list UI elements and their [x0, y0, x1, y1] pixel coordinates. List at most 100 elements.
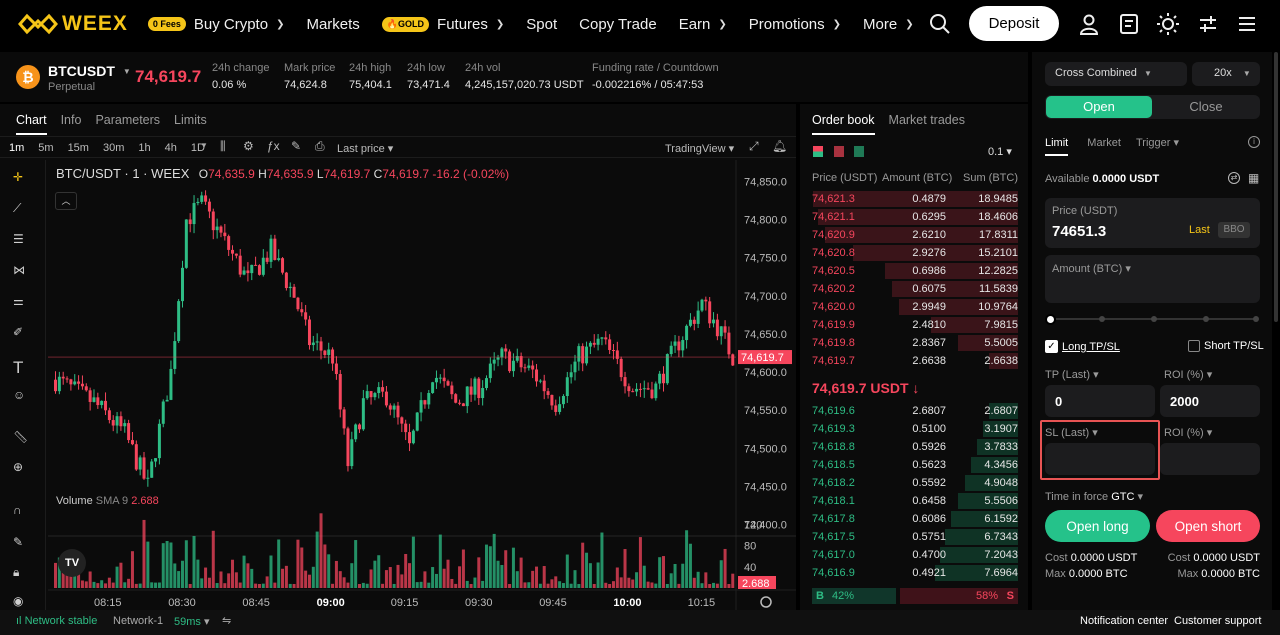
- nav-earn[interactable]: Earn ❯: [679, 16, 727, 33]
- scrollbar[interactable]: [1274, 52, 1278, 322]
- magnet-icon[interactable]: ∩: [13, 503, 33, 523]
- pencil-lock-icon[interactable]: ✎: [13, 535, 33, 555]
- precision-select[interactable]: 0.1 ▾: [988, 145, 1012, 158]
- notification-center-link[interactable]: Notification center: [1080, 615, 1168, 627]
- ask-row[interactable]: 74,621.3 0.4879 18.9485: [812, 190, 1018, 208]
- search-icon[interactable]: [929, 13, 951, 35]
- bid-row[interactable]: 74,618.5 0.5623 4.3456: [812, 456, 1018, 474]
- bid-row[interactable]: 74,619.3 0.5100 3.1907: [812, 420, 1018, 438]
- tab-market[interactable]: Market: [1087, 137, 1121, 149]
- amount-slider[interactable]: [1045, 314, 1260, 325]
- symbol-selector[interactable]: BTCUSDT ▼ Perpetual: [48, 63, 131, 93]
- nav-copy-trade[interactable]: Copy Trade: [579, 16, 657, 33]
- theme-sun-icon[interactable]: [1157, 13, 1179, 35]
- long-tpsl-checkbox[interactable]: ✓ Long TP/SL: [1045, 340, 1120, 353]
- ask-row[interactable]: 74,620.0 2.9949 10.9764: [812, 298, 1018, 316]
- ask-row[interactable]: 74,620.5 0.6986 12.2825: [812, 262, 1018, 280]
- tab-info[interactable]: Info: [61, 113, 82, 135]
- tab-market-trades[interactable]: Market trades: [889, 113, 965, 135]
- pattern-icon[interactable]: ⋈: [13, 263, 33, 283]
- bid-row[interactable]: 74,618.8 0.5926 3.7833: [812, 438, 1018, 456]
- tab-limit[interactable]: Limit: [1045, 137, 1069, 156]
- ask-row[interactable]: 74,620.8 2.9276 15.2101: [812, 244, 1018, 262]
- nav-buy-crypto[interactable]: 0 Fees Buy Crypto ❯: [147, 16, 284, 33]
- nav-markets[interactable]: Markets: [306, 16, 359, 33]
- transfer-icon[interactable]: ⇄: [1228, 172, 1240, 184]
- tab-limits[interactable]: Limits: [174, 113, 207, 135]
- indicators-icon[interactable]: ƒx: [267, 139, 280, 153]
- bid-row[interactable]: 74,619.6 2.6807 2.6807: [812, 402, 1018, 420]
- crosshair-icon[interactable]: ✛: [13, 170, 33, 190]
- drawing-icon[interactable]: ✎: [291, 139, 301, 153]
- camera-icon[interactable]: ⎙: [315, 139, 325, 154]
- ask-row[interactable]: 74,619.7 2.6638 2.6638: [812, 352, 1018, 370]
- timeframe-30m[interactable]: 30m: [103, 142, 124, 154]
- chart-settings-icon[interactable]: [760, 596, 772, 608]
- settings-sliders-icon[interactable]: [1198, 13, 1218, 35]
- price-chart[interactable]: 74,850.0 74,800.0 74,750.0 74,700.0 74,650.0…: [48, 160, 796, 610]
- ask-row[interactable]: 74,619.8 2.8367 5.5005: [812, 334, 1018, 352]
- tab-open[interactable]: Open: [1046, 96, 1152, 118]
- nav-futures[interactable]: 🔥GOLD Futures ❯: [381, 16, 504, 33]
- time-in-force-select[interactable]: Time in force GTC ▾: [1045, 490, 1143, 503]
- emoji-icon[interactable]: ☺: [13, 388, 33, 408]
- orders-icon[interactable]: [1119, 13, 1139, 35]
- lock-icon[interactable]: 🔒︎: [13, 565, 33, 585]
- roi2-input[interactable]: [1160, 443, 1260, 475]
- tp-input[interactable]: 0: [1045, 385, 1155, 417]
- tp-trigger-select[interactable]: TP (Last) ▾: [1045, 368, 1099, 381]
- bid-row[interactable]: 74,618.1 0.6458 5.5506: [812, 492, 1018, 510]
- timeframe-1m[interactable]: 1m: [9, 142, 24, 154]
- chevron-down-icon[interactable]: ▼: [200, 141, 208, 150]
- latency-select[interactable]: 59ms ▾: [174, 615, 210, 628]
- text-icon[interactable]: T: [13, 358, 33, 378]
- timeframe-15m[interactable]: 15m: [68, 142, 89, 154]
- trendline-icon[interactable]: ⟋: [13, 201, 33, 221]
- tab-trigger[interactable]: Trigger ▾: [1136, 137, 1179, 149]
- timeframe-5m[interactable]: 5m: [38, 142, 53, 154]
- roi-select[interactable]: ROI (%) ▾: [1164, 368, 1212, 381]
- nav-more[interactable]: More ❯: [863, 16, 914, 33]
- indicator-settings-icon[interactable]: ⚙: [243, 139, 254, 153]
- roi2-select[interactable]: ROI (%) ▾: [1164, 426, 1212, 439]
- bid-row[interactable]: 74,618.2 0.5592 4.9048: [812, 474, 1018, 492]
- ask-row[interactable]: 74,620.2 0.6075 11.5839: [812, 280, 1018, 298]
- amount-input[interactable]: Amount (BTC) ▾: [1045, 255, 1260, 303]
- sl-input[interactable]: [1045, 443, 1155, 475]
- bid-row[interactable]: 74,617.0 0.4700 7.2043: [812, 546, 1018, 564]
- bbo-button[interactable]: BBO: [1218, 222, 1250, 238]
- bid-row[interactable]: 74,617.5 0.5751 6.7343: [812, 528, 1018, 546]
- brush-icon[interactable]: ✐: [13, 325, 33, 345]
- menu-icon[interactable]: [1237, 14, 1257, 34]
- tradingview-logo-icon[interactable]: TV: [58, 549, 86, 577]
- book-view-asks-icon[interactable]: [834, 146, 844, 157]
- calculator-icon[interactable]: ▦: [1248, 171, 1259, 185]
- ruler-icon[interactable]: 📏︎: [13, 430, 33, 450]
- info-icon[interactable]: i: [1248, 136, 1260, 148]
- brand-logo[interactable]: WEEX: [18, 12, 128, 36]
- network-settings-icon[interactable]: ⇋: [222, 614, 231, 627]
- nav-spot[interactable]: Spot: [526, 16, 557, 33]
- open-long-button[interactable]: Open long: [1045, 510, 1150, 542]
- tab-parameters[interactable]: Parameters: [95, 113, 160, 135]
- ask-row[interactable]: 74,621.1 0.6295 18.4606: [812, 208, 1018, 226]
- margin-mode-select[interactable]: Cross Combined ▼: [1045, 62, 1187, 86]
- tradingview-select[interactable]: TradingView ▾: [665, 142, 734, 155]
- book-view-bids-icon[interactable]: [854, 146, 864, 157]
- nav-promotions[interactable]: Promotions ❯: [749, 16, 841, 33]
- open-short-button[interactable]: Open short: [1156, 510, 1260, 542]
- candle-type-icon[interactable]: ⫼: [220, 139, 226, 154]
- leverage-select[interactable]: 20x ▼: [1192, 62, 1260, 86]
- ask-row[interactable]: 74,619.9 2.4810 7.9815: [812, 316, 1018, 334]
- roi-input[interactable]: 2000: [1160, 385, 1260, 417]
- bid-row[interactable]: 74,616.9 0.4921 7.6964: [812, 564, 1018, 582]
- customer-support-link[interactable]: Customer support: [1174, 615, 1261, 627]
- tab-chart[interactable]: Chart: [16, 113, 47, 135]
- price-input[interactable]: Price (USDT) 74651.3 Last BBO: [1045, 198, 1260, 248]
- bell-icon[interactable]: 🔔︎: [772, 139, 787, 153]
- user-icon[interactable]: [1079, 13, 1099, 35]
- timeframe-1h[interactable]: 1h: [138, 142, 150, 154]
- book-view-both-icon[interactable]: [813, 146, 823, 157]
- deposit-button[interactable]: Deposit: [969, 6, 1059, 41]
- fib-icon[interactable]: ⚌: [13, 294, 33, 314]
